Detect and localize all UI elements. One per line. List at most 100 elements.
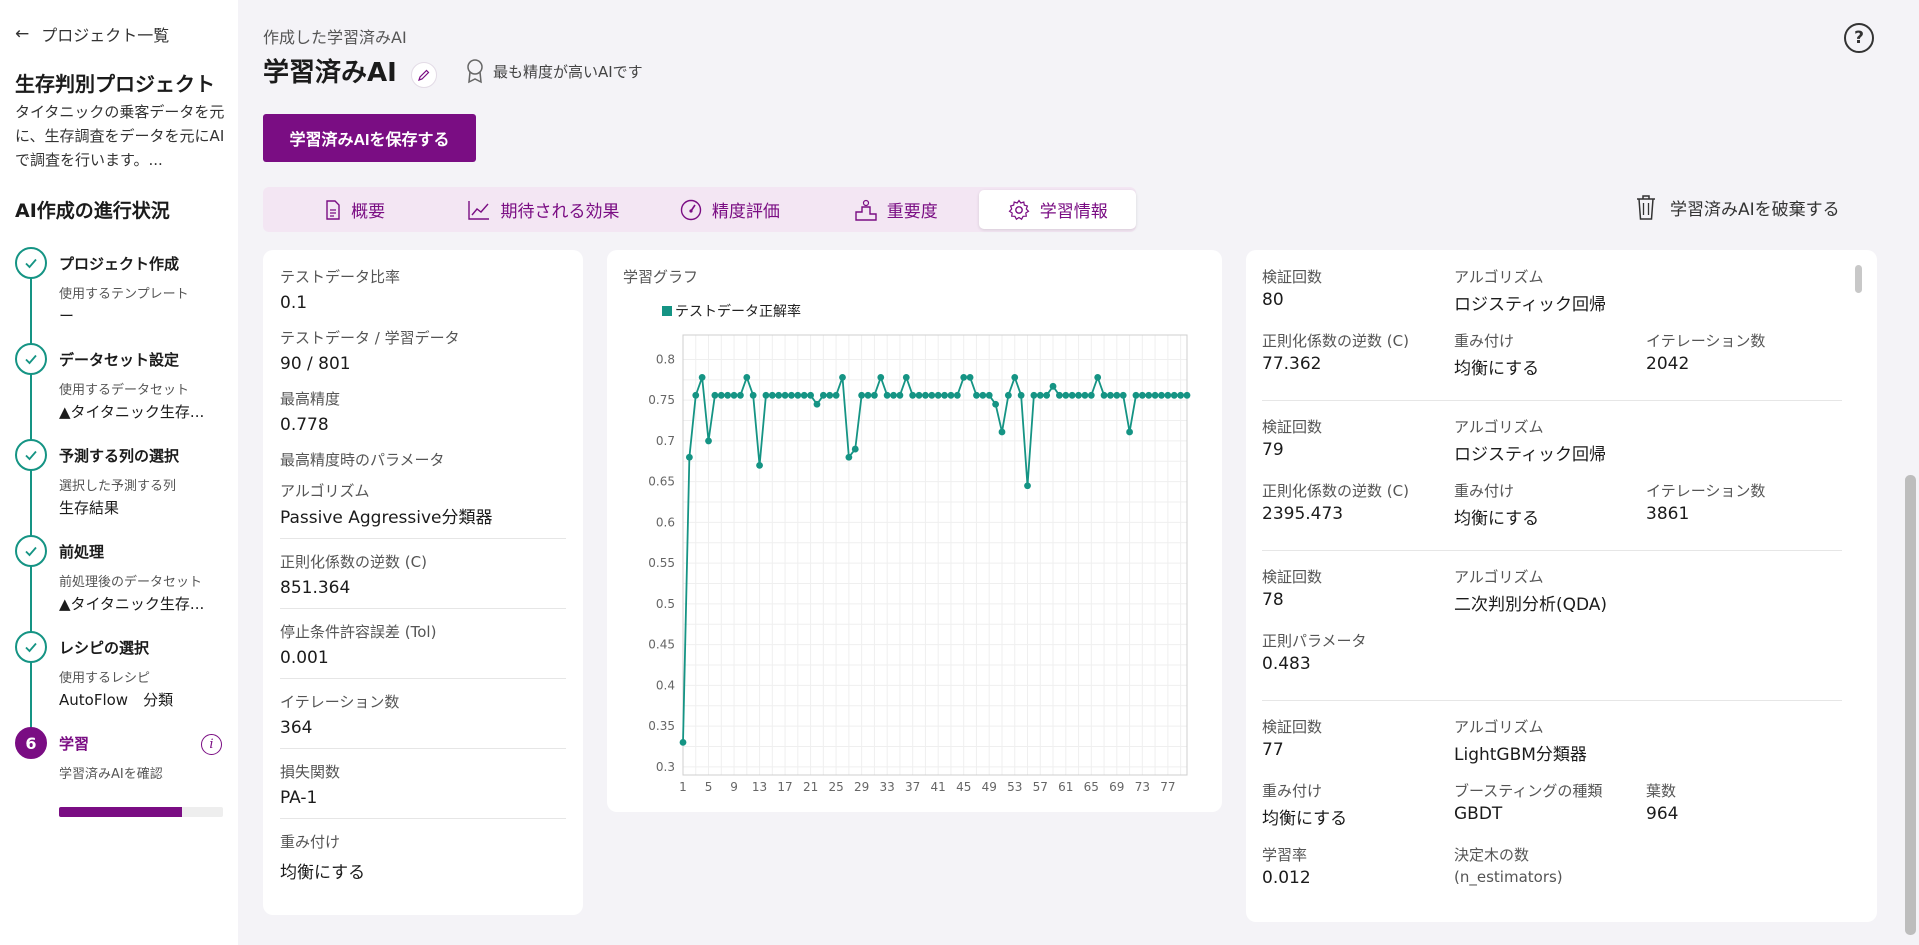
data-point [711,391,719,399]
param-item: 正則化係数の逆数 (C) 851.364 [280,551,566,598]
data-point [1164,391,1172,399]
training-progress-bar [59,807,223,817]
history-scrollbar[interactable] [1855,265,1862,293]
x-tick-label: 73 [1135,780,1150,794]
y-tick-label: 0.4 [656,678,675,692]
data-point [1094,373,1102,381]
save-model-button[interactable]: 学習済みAIを保存する [263,114,476,162]
x-tick-label: 1 [679,780,687,794]
step-subtitle: 前処理後のデータセット [59,575,203,590]
trial-param-value: 2042 [1646,354,1690,374]
training-summary-card: テストデータ比率 0.1 テストデータ / 学習データ 90 / 801 最高精… [263,250,583,915]
trial-param-label: アルゴリズム [1454,418,1544,436]
data-point [762,391,770,399]
param-label: 正則化係数の逆数 (C) [280,553,427,571]
tab-training-info[interactable]: 学習情報 [979,190,1136,229]
param-value: 均衡にする [280,863,366,883]
y-tick-label: 0.7 [656,434,675,448]
data-point [1049,382,1057,390]
trial-param-label: 検証回数 [1262,418,1323,436]
data-point [1004,391,1012,399]
data-point [692,391,700,399]
best-params-heading: 最高精度時のパラメータ [280,451,445,469]
divider [280,818,566,819]
data-point [826,391,834,399]
param-value: 851.364 [280,578,351,598]
data-point [775,391,783,399]
trial-param-value: 3861 [1646,504,1690,524]
data-point [845,453,853,461]
training-progress-fill [59,807,182,817]
best-badge-label: 最も精度が高いAIです [493,62,643,81]
step-title: プロジェクト作成 [59,255,180,273]
x-tick-label: 33 [880,780,895,794]
data-split: テストデータ / 学習データ 90 / 801 [280,327,566,374]
data-point [788,391,795,399]
trial-param-label: 決定木の数 [1454,846,1530,864]
data-point [807,391,814,399]
series-line-test-accuracy [682,374,1187,743]
data-point [1138,391,1146,399]
data-point [883,391,891,399]
x-tick-label: 45 [956,780,971,794]
back-link-label: プロジェクト一覧 [41,26,170,45]
trial-param-value: ロジスティック回帰 [1454,445,1606,465]
tab-expected-effect[interactable]: 期待される効果 [441,190,647,229]
tab-label: 重要度 [886,202,938,222]
data-point [947,391,955,399]
data-point [941,391,948,399]
help-icon[interactable]: ? [1844,23,1874,53]
trial-param-value: GBDT [1454,804,1503,824]
param-label: 重み付け [280,833,341,851]
page-scrollbar[interactable] [1905,475,1916,935]
tab-overview[interactable]: 概要 [269,190,441,229]
pencil-icon[interactable] [411,62,437,88]
project-description: タイタニックの乗客データを元に、生存調査をデータを元にAIで調査を行います。..… [15,103,225,169]
trial-param-value: 79 [1262,440,1284,460]
data-point [960,373,968,381]
data-point [922,391,929,399]
breadcrumb: 作成した学習済みAI [263,28,407,47]
data-point [1177,391,1185,399]
data-point [1107,391,1114,399]
data-point [985,391,993,399]
data-split-value: 90 / 801 [280,354,351,374]
data-point [858,391,866,399]
x-tick-label: 65 [1084,780,1099,794]
tab-accuracy[interactable]: 精度評価 [647,190,813,229]
trial-param-label: アルゴリズム [1454,268,1544,286]
trial-param-label: 正則化係数の逆数 (C) [1262,332,1409,350]
x-tick-label: 69 [1109,780,1124,794]
data-point [864,391,872,399]
x-tick-label: 53 [1007,780,1022,794]
data-point [973,391,980,399]
y-tick-label: 0.6 [656,515,675,529]
back-to-projects-link[interactable]: ← プロジェクト一覧 [15,22,169,46]
data-point [756,461,763,469]
data-point [1100,391,1108,399]
divider [1262,550,1842,551]
tab-importance[interactable]: 重要度 [813,190,979,229]
info-icon[interactable]: i [201,734,222,755]
arrow-left-icon: ← [15,24,30,44]
data-point [966,373,974,381]
check-icon [15,343,47,375]
data-point [890,391,897,399]
step-subtitle: 使用するレシピ [59,671,151,686]
trial-param-value: 964 [1646,804,1679,824]
data-point [813,400,821,408]
trial-param-value: 78 [1262,590,1284,610]
data-point [679,739,687,746]
divider [280,608,566,609]
x-tick-label: 13 [752,780,767,794]
trial-param-label: 正則パラメータ [1262,632,1367,650]
y-tick-label: 0.65 [648,475,675,489]
check-icon [15,439,47,471]
trial-param-value: 77.362 [1262,354,1322,374]
data-point [1132,391,1140,399]
data-point [992,400,1000,408]
step-number-badge: 6 [15,727,47,759]
discard-model-button[interactable]: 学習済みAIを破棄する [1636,194,1840,220]
x-tick-label: 17 [777,780,792,794]
data-point [928,391,936,399]
